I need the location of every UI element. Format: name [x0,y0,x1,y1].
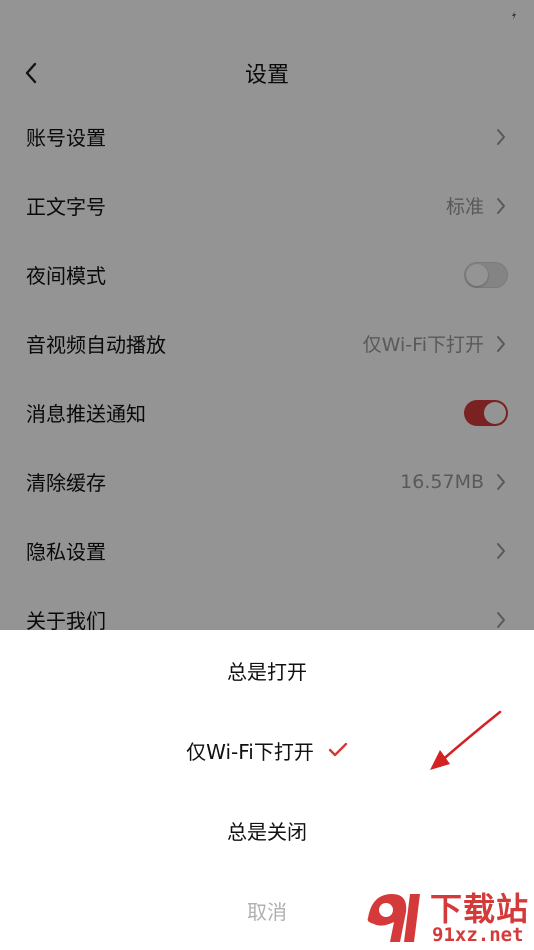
watermark: 下载站 91xz.net [360,882,534,950]
modal-overlay[interactable] [0,0,534,630]
watermark-logo-icon [367,894,420,942]
checkmark-icon [328,742,348,758]
option-always-on[interactable]: 总是打开 [0,640,534,700]
option-label: 总是关闭 [227,819,307,844]
watermark-url: 91xz.net [432,924,524,946]
screen: 9:01 设置 账号设置 正文字号 标准 夜间模式 音视频自动播放 仅Wi-Fi… [0,0,534,950]
annotation-arrow-icon [430,710,502,770]
cancel-label: 取消 [247,899,287,924]
option-label: 总是打开 [227,659,307,684]
option-always-off[interactable]: 总是关闭 [0,800,534,860]
option-label: 仅Wi-Fi下打开 [186,739,314,764]
